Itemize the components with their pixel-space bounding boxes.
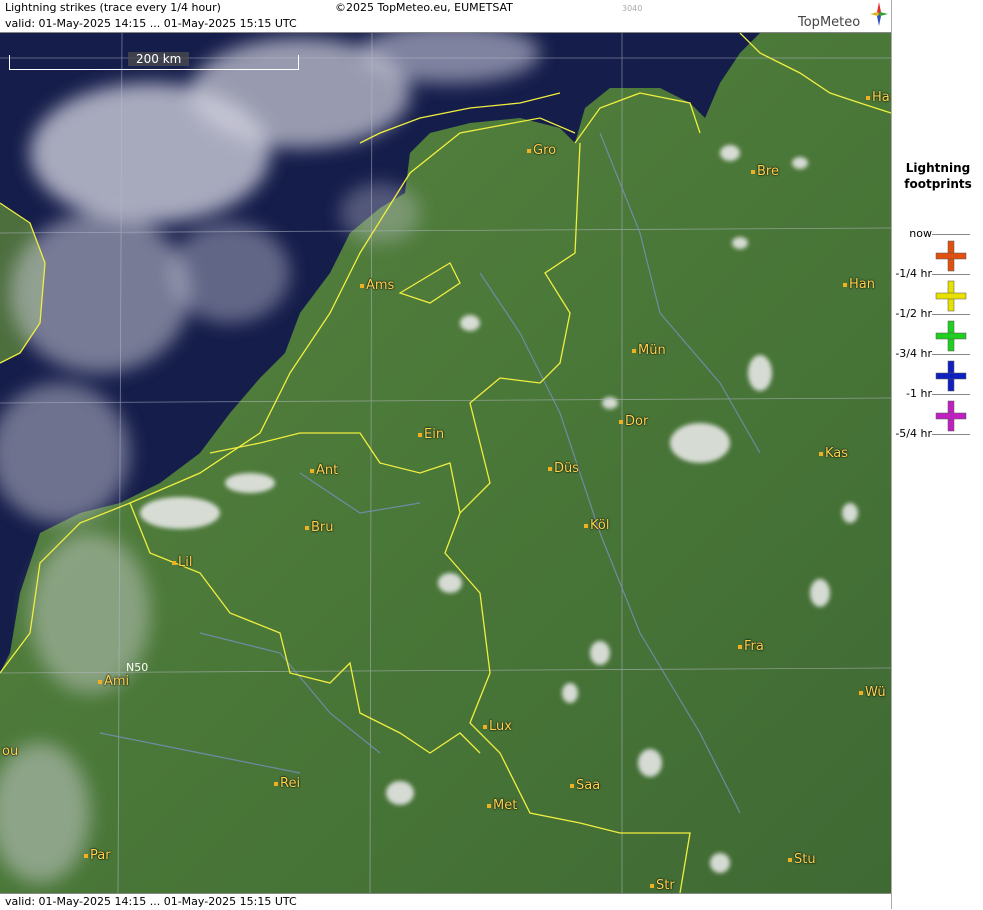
legend-panel: Lightning footprints now -1/4 hr -1/2 hr… bbox=[891, 0, 983, 909]
city-ein: Ein bbox=[418, 427, 444, 442]
city-ha: Ha bbox=[866, 90, 890, 105]
city-kol: Köl bbox=[584, 518, 609, 533]
city-bre: Bre bbox=[751, 164, 779, 179]
lightning-cross-icon bbox=[935, 240, 967, 272]
footer-valid-time: valid: 01-May-2025 14:15 ... 01-May-2025… bbox=[5, 895, 297, 908]
city-wu: Wü bbox=[859, 685, 886, 700]
city-ou: ou bbox=[2, 744, 19, 759]
valid-bar: valid: 01-May-2025 14:15 ... 01-May-2025… bbox=[0, 16, 891, 33]
copyright: ©2025 TopMeteo.eu, EUMETSAT bbox=[335, 1, 513, 14]
topmeteo-logo: TopMeteo bbox=[798, 2, 888, 32]
scale-bar: 200 km bbox=[9, 52, 299, 70]
map-title: Lightning strikes (trace every 1/4 hour) bbox=[5, 1, 221, 14]
footer-bar: valid: 01-May-2025 14:15 ... 01-May-2025… bbox=[0, 893, 891, 910]
logo-text: TopMeteo bbox=[798, 15, 861, 30]
city-gro: Gro bbox=[527, 143, 556, 158]
city-fra: Fra bbox=[738, 639, 764, 654]
city-bru: Bru bbox=[305, 520, 334, 535]
city-saa: Saa bbox=[570, 778, 600, 793]
city-lil: Lil bbox=[172, 555, 192, 570]
city-rei: Rei bbox=[274, 776, 300, 791]
city-par: Par bbox=[84, 848, 111, 863]
valid-time: valid: 01-May-2025 14:15 ... 01-May-2025… bbox=[5, 17, 297, 30]
city-lux: Lux bbox=[483, 719, 512, 734]
legend-item-five-quarter-hour: -5/4 hr bbox=[892, 427, 983, 474]
satellite-map[interactable]: 200 km N50 Gro Bre Ha Ams Han Mün Dor Ei… bbox=[0, 33, 891, 893]
lightning-cross-icon bbox=[935, 360, 967, 392]
city-met: Met bbox=[487, 798, 517, 813]
map-canvas bbox=[0, 33, 891, 893]
grid-label: N50 bbox=[126, 661, 149, 674]
city-kas: Kas bbox=[819, 446, 848, 461]
city-ami: Ami bbox=[98, 674, 129, 689]
scale-label: 200 km bbox=[128, 52, 190, 66]
city-dor: Dor bbox=[619, 414, 648, 429]
city-dus: Düs bbox=[548, 461, 579, 476]
city-str: Str bbox=[650, 878, 675, 893]
legend-title: Lightning footprints bbox=[904, 161, 972, 191]
lightning-cross-icon bbox=[935, 280, 967, 312]
header-bar: Lightning strikes (trace every 1/4 hour)… bbox=[0, 0, 891, 16]
city-ams: Ams bbox=[360, 278, 394, 293]
lightning-cross-icon bbox=[935, 320, 967, 352]
compass-icon bbox=[870, 2, 888, 26]
city-stu: Stu bbox=[788, 852, 816, 867]
city-mun: Mün bbox=[632, 343, 666, 358]
lightning-cross-icon bbox=[935, 400, 967, 432]
id-code: 3040 bbox=[622, 4, 643, 13]
city-han: Han bbox=[843, 277, 875, 292]
city-ant: Ant bbox=[310, 463, 338, 478]
